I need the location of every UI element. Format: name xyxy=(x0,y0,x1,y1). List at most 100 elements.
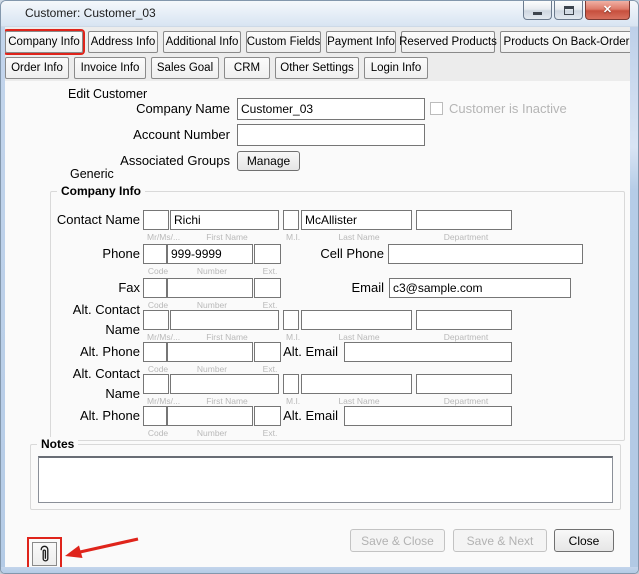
email-label: Email xyxy=(281,278,386,298)
alt1-first-name-input[interactable] xyxy=(170,310,279,330)
alt1-email-input[interactable] xyxy=(344,342,512,362)
caption-last-name: Last Name xyxy=(338,232,379,242)
caption-last-name: Last Name xyxy=(338,332,379,342)
alt1-last-name-input[interactable] xyxy=(301,310,412,330)
customer-dialog-window: Customer: Customer_03 ✕ Company Info Add… xyxy=(0,0,639,574)
tab-login-info[interactable]: Login Info xyxy=(364,57,428,79)
minimize-button[interactable] xyxy=(523,1,552,20)
alt1-phone-code-input[interactable] xyxy=(143,342,167,362)
notes-textarea[interactable] xyxy=(38,456,613,503)
phone-ext-input[interactable] xyxy=(254,244,281,264)
alt2-phone-ext-input[interactable] xyxy=(254,406,281,426)
alt1-mi-input[interactable] xyxy=(283,310,299,330)
alt1-department-input[interactable] xyxy=(416,310,512,330)
tab-strip: Company Info Address Info Additional Inf… xyxy=(5,27,630,81)
contact-name-label: Contact Name xyxy=(51,210,143,230)
caption-first-name: First Name xyxy=(206,232,248,242)
associated-groups-label: Associated Groups xyxy=(5,150,230,172)
alt-phone-label-2: Alt. Phone xyxy=(51,406,143,426)
tab-company-info[interactable]: Company Info xyxy=(5,31,83,53)
tab-order-info[interactable]: Order Info xyxy=(5,57,69,79)
window-border-left xyxy=(1,27,5,573)
manage-groups-button[interactable]: Manage xyxy=(237,151,300,171)
alt-phone-row-1: Alt. Phone Alt. Email xyxy=(51,342,620,362)
window-border-right xyxy=(630,27,638,573)
caption-mi: M.I. xyxy=(286,232,300,242)
caption-ext: Ext. xyxy=(263,364,278,374)
tab-address-info[interactable]: Address Info xyxy=(88,31,158,53)
paperclip-icon xyxy=(38,545,51,563)
alt-contact-name-row-1: Alt. Contact Name xyxy=(51,310,620,330)
alt2-department-input[interactable] xyxy=(416,374,512,394)
tab-row-2: Order Info Invoice Info Sales Goal CRM O… xyxy=(5,57,428,79)
minimize-icon xyxy=(533,12,542,15)
account-number-label: Account Number xyxy=(5,124,230,146)
save-and-next-button: Save & Next xyxy=(453,529,547,552)
fax-code-input[interactable] xyxy=(143,278,167,298)
caption-ext: Ext. xyxy=(263,266,278,276)
tab-products-on-back-order[interactable]: Products On Back-Order xyxy=(500,31,633,53)
close-button[interactable]: Close xyxy=(554,529,614,552)
alt1-phone-number-input[interactable] xyxy=(167,342,253,362)
window-title: Customer: Customer_03 xyxy=(25,1,156,26)
company-info-panel: Edit Customer Company Name Customer is I… xyxy=(5,81,630,567)
caption-number: Number xyxy=(197,364,227,374)
tab-additional-info[interactable]: Additional Info xyxy=(163,31,241,53)
phone-label: Phone xyxy=(51,244,143,264)
alt2-phone-number-input[interactable] xyxy=(167,406,253,426)
caption-first-name: First Name xyxy=(206,332,248,342)
alt1-phone-ext-input[interactable] xyxy=(254,342,281,362)
notes-group-title: Notes xyxy=(37,437,78,451)
caption-department: Department xyxy=(444,232,488,242)
caption-code: Code xyxy=(148,428,168,438)
phone-number-input[interactable] xyxy=(167,244,253,264)
caption-number: Number xyxy=(197,428,227,438)
red-arrow-annotation xyxy=(61,533,143,559)
tab-crm[interactable]: CRM xyxy=(224,57,270,79)
tab-other-settings[interactable]: Other Settings xyxy=(275,57,359,79)
contact-first-name-input[interactable] xyxy=(170,210,279,230)
tab-row-1: Company Info Address Info Additional Inf… xyxy=(5,31,633,53)
caption-department: Department xyxy=(444,332,488,342)
alt-phone-row-2: Alt. Phone Alt. Email xyxy=(51,406,620,426)
account-number-input[interactable] xyxy=(237,124,425,146)
tab-invoice-info[interactable]: Invoice Info xyxy=(74,57,146,79)
fax-number-input[interactable] xyxy=(167,278,253,298)
caption-ext: Ext. xyxy=(263,428,278,438)
maximize-button[interactable] xyxy=(554,1,583,20)
customer-inactive-checkbox xyxy=(430,102,443,115)
caption-ext: Ext. xyxy=(263,300,278,310)
alt2-last-name-input[interactable] xyxy=(301,374,412,394)
tab-payment-info[interactable]: Payment Info xyxy=(326,31,396,53)
caption-buttons: ✕ xyxy=(523,1,630,20)
attachment-button[interactable] xyxy=(32,542,57,566)
fax-ext-input[interactable] xyxy=(254,278,281,298)
close-window-button[interactable]: ✕ xyxy=(585,1,630,20)
save-and-close-button: Save & Close xyxy=(350,529,445,552)
tab-reserved-products[interactable]: Reserved Products xyxy=(401,31,495,53)
contact-department-input[interactable] xyxy=(416,210,512,230)
contact-mi-input[interactable] xyxy=(283,210,299,230)
cell-phone-input[interactable] xyxy=(388,244,583,264)
email-input[interactable] xyxy=(389,278,571,298)
alt2-prefix-input[interactable] xyxy=(143,374,169,394)
alt2-phone-code-input[interactable] xyxy=(143,406,167,426)
alt2-email-input[interactable] xyxy=(344,406,512,426)
titlebar: Customer: Customer_03 ✕ xyxy=(1,1,638,27)
contact-prefix-input[interactable] xyxy=(143,210,169,230)
contact-last-name-input[interactable] xyxy=(301,210,412,230)
alt1-prefix-input[interactable] xyxy=(143,310,169,330)
phone-code-input[interactable] xyxy=(143,244,167,264)
fax-row: Fax Email xyxy=(51,278,620,298)
alt2-first-name-input[interactable] xyxy=(170,374,279,394)
tab-sales-goal[interactable]: Sales Goal xyxy=(151,57,219,79)
generic-label: Generic xyxy=(70,167,114,181)
alt-email-label-2: Alt. Email xyxy=(281,406,340,426)
cell-phone-label: Cell Phone xyxy=(281,244,386,264)
alt2-mi-input[interactable] xyxy=(283,374,299,394)
company-name-input[interactable] xyxy=(237,98,425,120)
caption-number: Number xyxy=(197,266,227,276)
fax-label: Fax xyxy=(51,278,143,298)
caption-mi: M.I. xyxy=(286,332,300,342)
tab-custom-fields[interactable]: Custom Fields xyxy=(246,31,321,53)
